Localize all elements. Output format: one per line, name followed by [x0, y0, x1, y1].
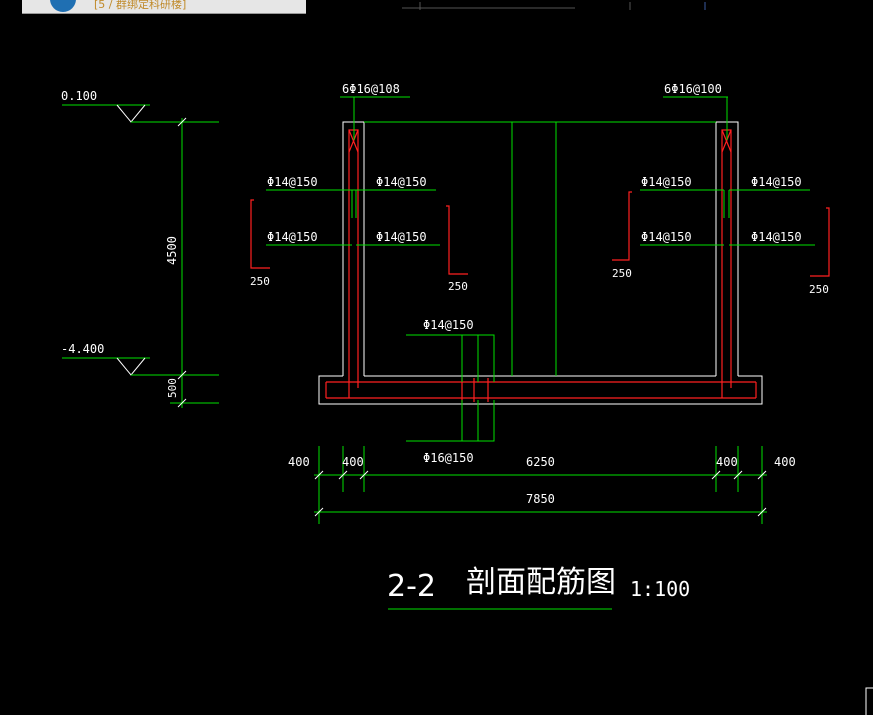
wall-top-left-label: 6Φ16@108	[342, 82, 400, 96]
hook-label-3: 250	[612, 267, 632, 280]
section-number: 2-2	[387, 569, 436, 604]
scale-text: 1:100	[630, 577, 690, 601]
elevation-bottom-label: -4.400	[61, 342, 104, 356]
slab-bottom-label: Φ16@150	[423, 451, 474, 465]
dim-text-4: 400	[716, 455, 738, 469]
dim-text-2: 400	[342, 455, 364, 469]
left-inner-label-1: Φ14@150	[376, 175, 427, 189]
hook-label-2: 250	[448, 280, 468, 293]
left-outer-label-2: Φ14@150	[267, 230, 318, 244]
hook-label-4: 250	[809, 283, 829, 296]
dim-text-5: 400	[774, 455, 796, 469]
slab-dimension-text: 500	[166, 378, 179, 398]
left-outer-label-1: Φ14@150	[267, 175, 318, 189]
left-inner-label-2: Φ14@150	[376, 230, 427, 244]
elevation-top-marker	[62, 104, 219, 123]
top-edge-marks	[402, 2, 706, 10]
corner-mark	[865, 687, 873, 715]
drawing-canvas[interactable]: 0.100 -4.400 4500 500 6Φ16@108 6Φ16@100 …	[0, 0, 873, 715]
right-outer-label-2: Φ14@150	[751, 230, 802, 244]
dim-text-1: 400	[288, 455, 310, 469]
elevation-top-label: 0.100	[61, 89, 97, 103]
wall-outline	[318, 121, 763, 405]
right-inner-label-2: Φ14@150	[641, 230, 692, 244]
elevation-bottom-marker	[62, 357, 219, 404]
hook-details	[250, 191, 830, 277]
rebar-lines	[325, 129, 757, 402]
wall-top-right-label: 6Φ16@100	[664, 82, 722, 96]
label-leaders	[266, 96, 815, 442]
dim-text-total: 7850	[526, 492, 555, 506]
right-outer-label-1: Φ14@150	[751, 175, 802, 189]
slab-top-label: Φ14@150	[423, 318, 474, 332]
right-inner-label-1: Φ14@150	[641, 175, 692, 189]
height-dimension-text: 4500	[165, 236, 179, 265]
vertical-dimension-line	[177, 117, 187, 408]
dim-text-3: 6250	[526, 455, 555, 469]
section-title: 剖面配筋图	[466, 565, 616, 600]
hook-label-1: 250	[250, 275, 270, 288]
